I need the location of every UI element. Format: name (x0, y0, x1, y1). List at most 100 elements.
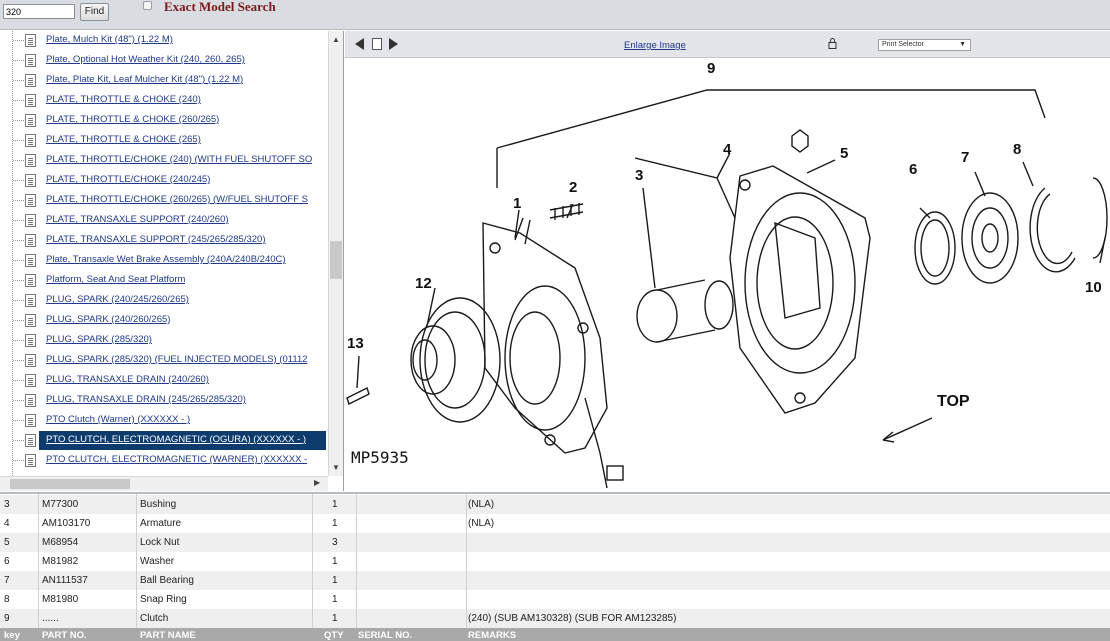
table-row[interactable]: 3 M77300 Bushing 1 (NLA) (0, 495, 1110, 514)
tree-item-label[interactable]: PLATE, THROTTLE/CHOKE (260/265) (W/FUEL … (46, 194, 308, 205)
tree-item[interactable]: PLUG, SPARK (240/260/265) (0, 311, 328, 331)
cell-key: 4 (4, 518, 10, 529)
tree-item[interactable]: PLUG, SPARK (285/320) (FUEL INJECTED MOD… (0, 351, 328, 371)
table-row[interactable]: 4 AM103170 Armature 1 (NLA) (0, 514, 1110, 533)
tree-item[interactable]: PLUG, SPARK (285/320) (0, 331, 328, 351)
tree-item[interactable]: PLUG, TRANSAXLE DRAIN (245/265/285/320) (0, 391, 328, 411)
header-qty[interactable]: QTY (324, 630, 344, 641)
tree-item-label[interactable]: PLUG, SPARK (240/245/260/265) (46, 294, 189, 305)
tree-item[interactable]: PLATE, THROTTLE & CHOKE (260/265) (0, 111, 328, 131)
scroll-up-icon[interactable]: ▲ (332, 35, 340, 44)
tree-item[interactable]: Plate, Transaxle Wet Brake Assembly (240… (0, 251, 328, 271)
tree-item[interactable]: PLUG, TRANSAXLE DRAIN (240/260) (0, 371, 328, 391)
document-icon (25, 294, 36, 307)
print-selector-dropdown[interactable]: Print Selector ▼ (878, 39, 971, 51)
exact-model-checkbox[interactable] (143, 1, 152, 10)
scroll-down-icon[interactable]: ▼ (332, 463, 340, 472)
tree-item[interactable]: PTO CLUTCH, ELECTROMAGNETIC (WARNER) (XX… (0, 451, 328, 471)
search-toolbar: Find Exact Model Search (0, 0, 1110, 30)
document-icon (25, 414, 36, 427)
tree-item[interactable]: PLATE, TRANSAXLE SUPPORT (245/265/285/32… (0, 231, 328, 251)
cell-qty: 1 (332, 499, 338, 510)
table-row[interactable]: 8 M81980 Snap Ring 1 (0, 590, 1110, 609)
tree-item-label[interactable]: PLUG, TRANSAXLE DRAIN (245/265/285/320) (46, 394, 246, 405)
tree-item[interactable]: PLUG, SPARK (240/245/260/265) (0, 291, 328, 311)
tree-item-label[interactable]: Plate, Transaxle Wet Brake Assembly (240… (46, 254, 286, 265)
header-part-no[interactable]: PART NO. (42, 630, 87, 641)
tree-item[interactable]: Plate, Plate Kit, Leaf Mulcher Kit (48")… (0, 71, 328, 91)
model-search-input[interactable] (3, 4, 75, 19)
header-part-name[interactable]: PART NAME (140, 630, 196, 641)
tree-item-label[interactable]: PLATE, THROTTLE/CHOKE (240/245) (46, 174, 210, 185)
tree-item[interactable]: PLATE, THROTTLE/CHOKE (240/245) (0, 171, 328, 191)
tree-item[interactable]: Platform, Seat And Seat Platform (0, 271, 328, 291)
tree-item-label[interactable]: PLATE, TRANSAXLE SUPPORT (240/260) (46, 214, 229, 225)
cell-key: 6 (4, 556, 10, 567)
cell-part-name: Lock Nut (140, 537, 180, 548)
tree-branch (13, 60, 24, 61)
tree-item[interactable]: PLATE, THROTTLE/CHOKE (260/265) (W/FUEL … (0, 191, 328, 211)
tree-item-label[interactable]: PTO CLUTCH, ELECTROMAGNETIC (OGURA) (XXX… (46, 434, 306, 445)
cell-part-no: M68954 (42, 537, 79, 548)
table-row[interactable]: 7 AN111537 Ball Bearing 1 (0, 571, 1110, 590)
tree-item-label[interactable]: PLATE, TRANSAXLE SUPPORT (245/265/285/32… (46, 234, 266, 245)
chevron-down-icon: ▼ (959, 41, 966, 48)
print-lock-icon[interactable] (828, 38, 837, 49)
callout-3: 3 (635, 167, 643, 184)
cell-key: 3 (4, 499, 10, 510)
tree-item[interactable]: PLATE, THROTTLE/CHOKE (240) (WITH FUEL S… (0, 151, 328, 171)
header-serial-no[interactable]: SERIAL NO. (358, 630, 412, 641)
cell-qty: 1 (332, 575, 338, 586)
callout-6: 6 (909, 161, 917, 178)
previous-page-icon[interactable] (355, 38, 364, 50)
tree-item[interactable]: PTO CLUTCH, ELECTROMAGNETIC (OGURA) (XXX… (0, 431, 328, 451)
tree-item-label[interactable]: Plate, Plate Kit, Leaf Mulcher Kit (48")… (46, 74, 243, 85)
tree-item-label[interactable]: Platform, Seat And Seat Platform (46, 274, 185, 285)
table-row[interactable]: 5 M68954 Lock Nut 3 (0, 533, 1110, 552)
image-viewer: Enlarge Image Print Selector ▼ 9 1 2 3 4… (345, 31, 1110, 491)
tree-item-label[interactable]: PLATE, THROTTLE & CHOKE (260/265) (46, 114, 219, 125)
col-divider (312, 494, 313, 628)
cell-part-no: M77300 (42, 499, 79, 510)
tree-item[interactable]: PTO Clutch (Warner) (XXXXXX - ) (0, 411, 328, 431)
tree-item-label[interactable]: PLUG, SPARK (285/320) (FUEL INJECTED MOD… (46, 354, 308, 365)
tree-branch (13, 340, 24, 341)
tree-item-label[interactable]: PLATE, THROTTLE & CHOKE (265) (46, 134, 201, 145)
document-icon (25, 34, 36, 47)
scroll-thumb[interactable] (330, 241, 342, 279)
tree-item-label[interactable]: PLUG, TRANSAXLE DRAIN (240/260) (46, 374, 209, 385)
find-button[interactable]: Find (80, 3, 109, 21)
print-selector-value: Print Selector (882, 41, 925, 48)
part-10-ring (1092, 177, 1108, 259)
next-page-icon[interactable] (389, 38, 398, 50)
tree-item-label[interactable]: PLUG, SPARK (240/260/265) (46, 314, 170, 325)
hscroll-thumb[interactable] (10, 479, 130, 489)
tree-item[interactable]: Plate, Optional Hot Weather Kit (240, 26… (0, 51, 328, 71)
table-row[interactable]: 6 M81982 Washer 1 (0, 552, 1110, 571)
tree-item-label[interactable]: PTO CLUTCH, ELECTROMAGNETIC (WARNER) (XX… (46, 454, 307, 465)
cell-remarks: (NLA) (468, 499, 495, 510)
tree-item-label[interactable]: PTO Clutch (Warner) (XXXXXX - ) (46, 414, 190, 425)
tree-vertical-scrollbar[interactable]: ▲ ▼ (328, 31, 343, 476)
tree-item[interactable]: Plate, Mulch Kit (48") (1.22 M) (0, 31, 328, 51)
tree-item-label[interactable]: PLATE, THROTTLE/CHOKE (240) (WITH FUEL S… (46, 154, 312, 165)
enlarge-image-link[interactable]: Enlarge Image (624, 40, 686, 51)
tree-item-label[interactable]: Plate, Optional Hot Weather Kit (240, 26… (46, 54, 245, 65)
tree-item[interactable]: PLATE, THROTTLE & CHOKE (240) (0, 91, 328, 111)
tree-item[interactable]: PLATE, TRANSAXLE SUPPORT (240/260) (0, 211, 328, 231)
table-header: key PART NO. PART NAME QTY SERIAL NO. RE… (0, 628, 1110, 641)
header-key[interactable]: key (4, 630, 20, 641)
tree-item[interactable]: PLATE, THROTTLE & CHOKE (265) (0, 131, 328, 151)
tree-item-label[interactable]: PLUG, SPARK (285/320) (46, 334, 152, 345)
cell-qty: 1 (332, 556, 338, 567)
callout-5: 5 (840, 145, 848, 162)
table-row[interactable]: 9...... Clutch 1 (240) (SUB AM130328) (SUB … (0, 609, 1110, 628)
tree-item-label[interactable]: Plate, Mulch Kit (48") (1.22 M) (46, 34, 173, 45)
tree-branch (13, 240, 24, 241)
scroll-right-icon[interactable]: ▶ (314, 478, 320, 487)
header-remarks[interactable]: REMARKS (468, 630, 516, 641)
tree-item-label[interactable]: PLATE, THROTTLE & CHOKE (240) (46, 94, 201, 105)
page-icon[interactable] (372, 38, 382, 50)
tree-horizontal-scrollbar[interactable]: ▶ (0, 476, 328, 491)
callout-4: 4 (723, 141, 732, 158)
